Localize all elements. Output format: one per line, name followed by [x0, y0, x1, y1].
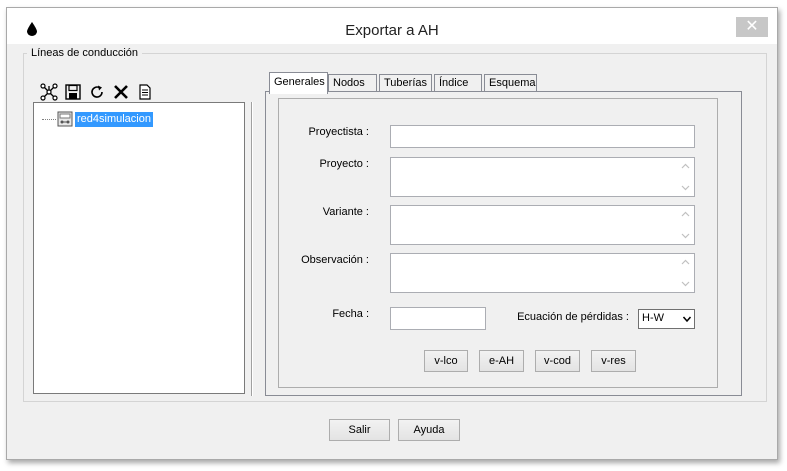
observacion-label: Observación : [301, 254, 369, 266]
tree-item[interactable]: red4simulacion [42, 111, 153, 127]
proyectista-field[interactable] [390, 125, 695, 148]
variante-field[interactable] [390, 205, 695, 245]
chevron-down-icon [683, 316, 691, 323]
v-lco-button[interactable]: v-lco [424, 350, 468, 372]
delete-button[interactable] [111, 82, 131, 102]
v-cod-button[interactable]: v-cod [535, 350, 580, 372]
refresh-button[interactable] [87, 82, 107, 102]
scroll-up-icon [681, 163, 690, 169]
fecha-label: Fecha : [332, 308, 369, 320]
tree-item-label[interactable]: red4simulacion [75, 111, 153, 127]
salir-button[interactable]: Salir [329, 419, 390, 441]
title-bar: Exportar a AH ✕ [7, 8, 777, 44]
lineas-tree[interactable]: red4simulacion [33, 102, 245, 394]
network-icon [40, 83, 58, 101]
proyectista-label: Proyectista : [308, 126, 369, 138]
scroll-down-icon [681, 233, 690, 239]
v-res-button[interactable]: v-res [591, 350, 636, 372]
tree-connector [42, 118, 56, 120]
delete-icon [114, 85, 128, 99]
tab-indice[interactable]: Índice [434, 74, 482, 92]
proyecto-label: Proyecto : [319, 158, 369, 170]
tab-esquema[interactable]: Esquema [484, 74, 537, 92]
tab-generales[interactable]: Generales [269, 72, 328, 94]
document-icon [139, 84, 151, 100]
e-ah-button[interactable]: e-AH [479, 350, 524, 372]
scroll-up-icon [681, 259, 690, 265]
window-title: Exportar a AH [345, 22, 439, 39]
generales-panel: Proyectista : Proyecto : Variante : Obse… [265, 91, 742, 396]
scroll-up-icon [681, 211, 690, 217]
proyecto-scrollbar[interactable] [677, 158, 694, 196]
network-button[interactable] [39, 82, 59, 102]
observacion-scrollbar[interactable] [677, 254, 694, 292]
save-button[interactable] [63, 82, 83, 102]
observacion-field[interactable] [390, 253, 695, 293]
tab-nodos[interactable]: Nodos [328, 74, 377, 92]
ecuacion-select-value: H-W [642, 312, 664, 324]
proyecto-field[interactable] [390, 157, 695, 197]
ecuacion-select[interactable]: H-W [638, 309, 695, 329]
scroll-down-icon [681, 281, 690, 287]
variante-label: Variante : [322, 206, 369, 218]
scroll-down-icon [681, 185, 690, 191]
document-button[interactable] [135, 82, 155, 102]
generales-inner-frame: Proyectista : Proyecto : Variante : Obse… [278, 98, 718, 388]
variante-scrollbar[interactable] [677, 206, 694, 244]
panel-splitter[interactable] [251, 102, 253, 396]
line-file-icon [57, 111, 73, 127]
ecuacion-label: Ecuación de pérdidas : [517, 311, 629, 323]
fecha-field[interactable] [390, 307, 486, 330]
ayuda-button[interactable]: Ayuda [398, 419, 460, 441]
tab-tuberias[interactable]: Tuberías [379, 74, 432, 92]
group-title: Líneas de conducción [27, 47, 143, 59]
refresh-icon [91, 85, 103, 98]
close-button[interactable]: ✕ [736, 17, 768, 37]
save-icon [65, 84, 81, 100]
